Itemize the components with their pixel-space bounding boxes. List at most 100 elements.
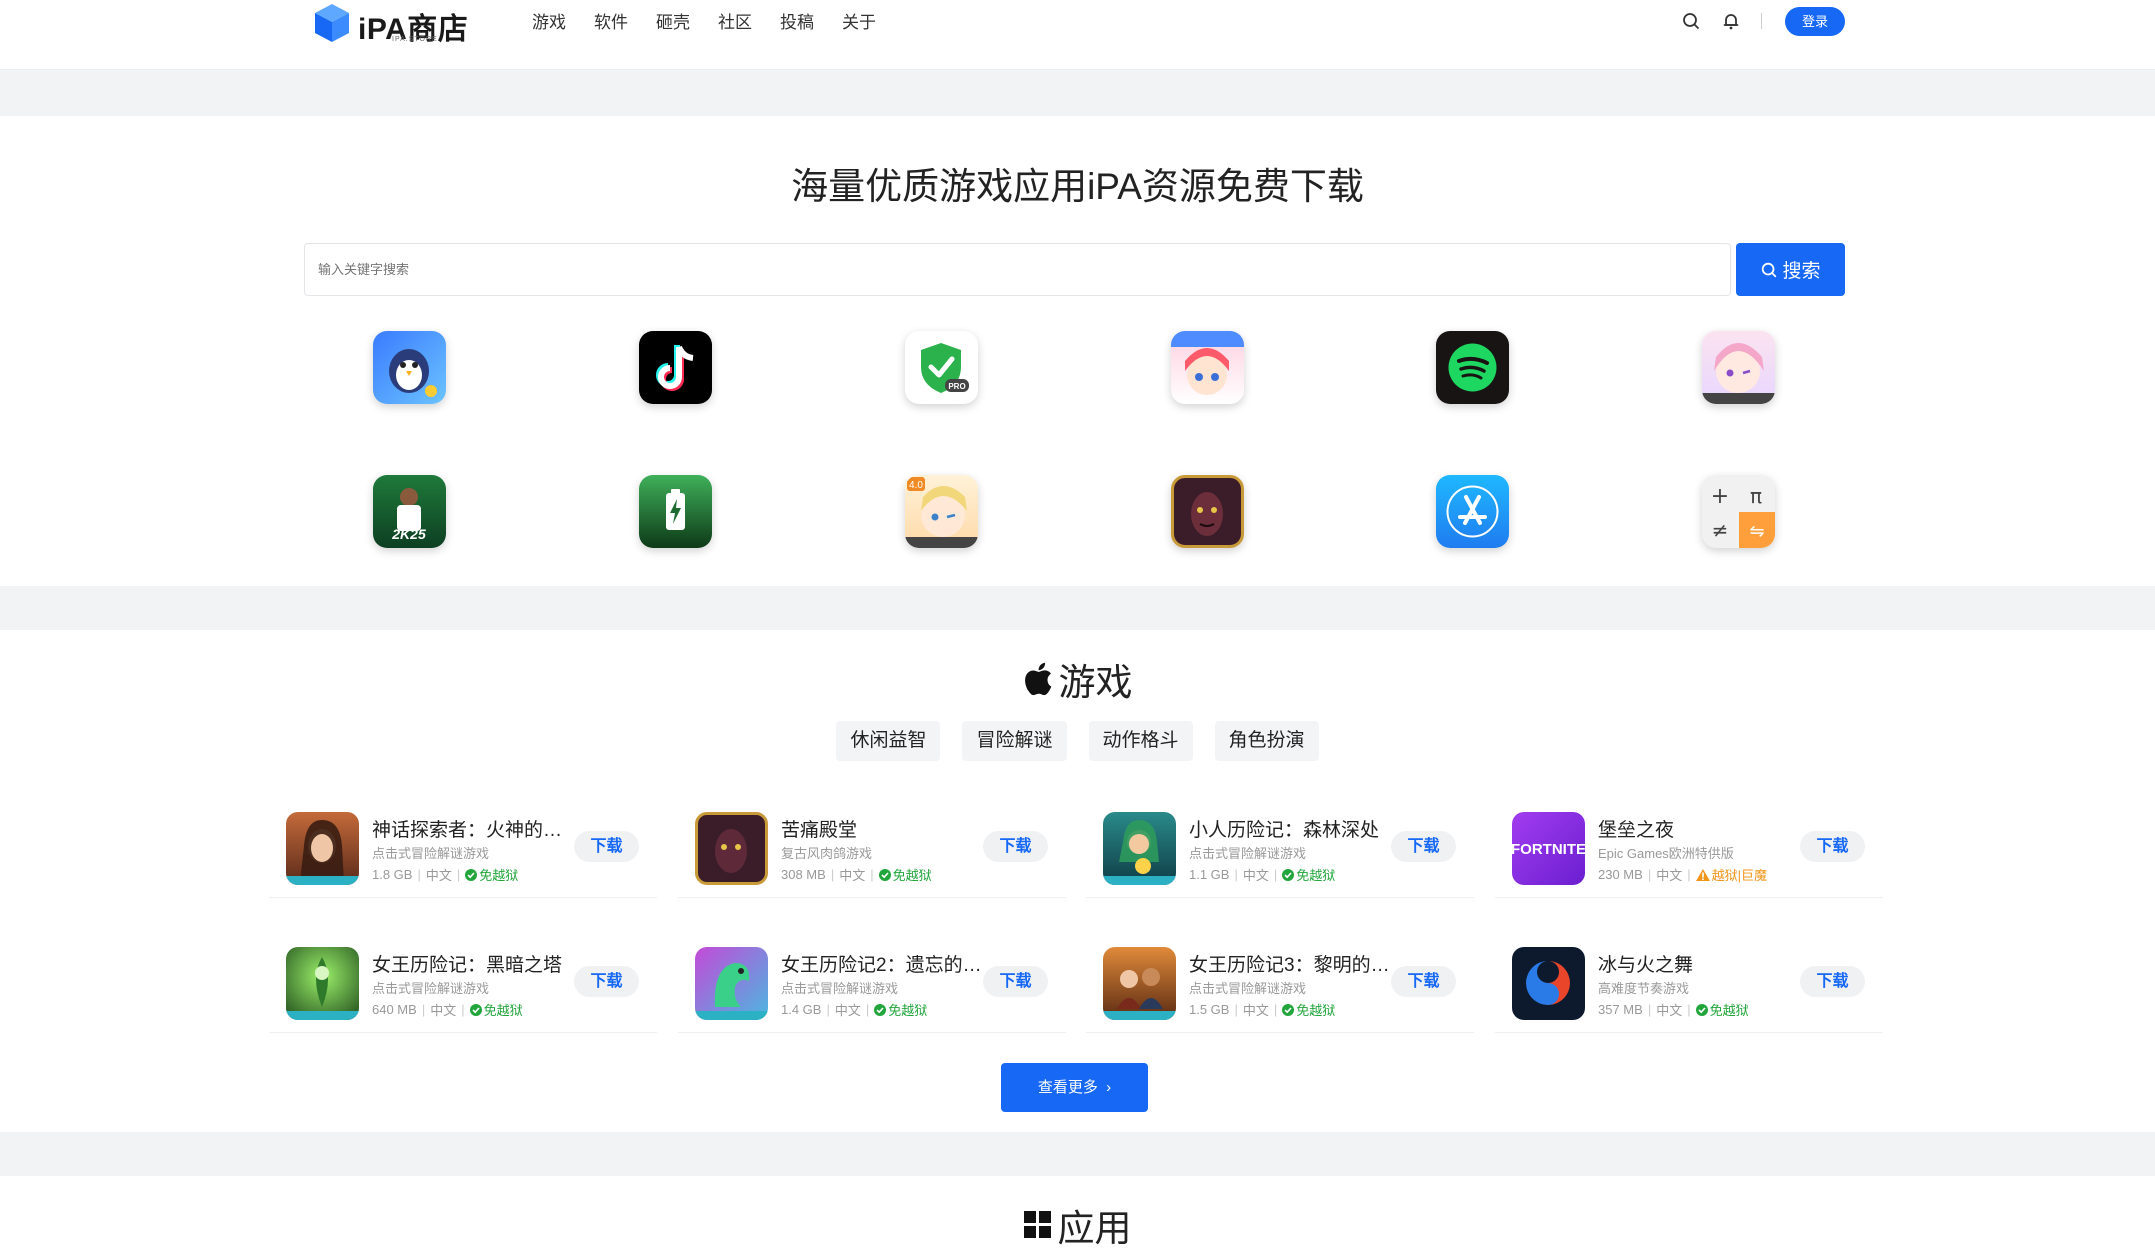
- site-logo[interactable]: iPA商店 IPA.STORE: [312, 0, 472, 46]
- svg-text:PRO: PRO: [948, 382, 965, 391]
- forest-adventure-icon: [1103, 812, 1176, 885]
- cube-logo-icon: [315, 4, 349, 42]
- apps-section-title: 应用: [0, 1198, 2155, 1252]
- download-button[interactable]: 下载: [1800, 831, 1865, 862]
- status-badge: 免越狱: [469, 1000, 523, 1019]
- svg-text:π: π: [1750, 484, 1762, 508]
- nav-software[interactable]: 软件: [594, 8, 628, 33]
- chip-adventure[interactable]: 冒险解谜: [962, 721, 1067, 761]
- game-lang: 中文: [834, 1003, 861, 1018]
- game-card[interactable]: 苦痛殿堂 复古风肉鸽游戏 308 MB | 中文 | 免越狱 下载: [678, 802, 1066, 898]
- game-size: 357 MB: [1598, 1002, 1643, 1017]
- game-lang: 中文: [425, 868, 452, 883]
- dark-tower-icon: [286, 947, 359, 1020]
- genshin-style-app-icon[interactable]: 4.0: [905, 475, 978, 548]
- game-card[interactable]: 小人历险记：森林深处 点击式冒险解谜游戏 1.1 GB | 中文 | 免越狱 下载: [1086, 802, 1474, 898]
- games-section: 游戏 休闲益智 冒险解谜 动作格斗 角色扮演 神话探索者：火神的遗物 点击式冒险…: [0, 630, 2155, 1132]
- game-card[interactable]: 女王历险记3：黎明的终... 点击式冒险解谜游戏 1.5 GB | 中文 | 免越狱…: [1086, 937, 1474, 1033]
- games-title-text: 游戏: [1058, 662, 1133, 703]
- game-meta: 1.5 GB | 中文 | 免越狱: [1189, 1002, 1336, 1018]
- myth-explorer-icon: [286, 812, 359, 885]
- status-badge: 越狱|巨魔: [1695, 865, 1767, 884]
- tiktok-app-icon[interactable]: [639, 331, 712, 404]
- status-badge: 免越狱: [878, 865, 932, 884]
- anime-girl-app-icon[interactable]: [1702, 331, 1775, 404]
- download-button[interactable]: 下载: [574, 966, 639, 997]
- grid-icon: [1023, 1211, 1051, 1238]
- game-card[interactable]: 女王历险记：黑暗之塔 点击式冒险解谜游戏 640 MB | 中文 | 免越狱 下载: [269, 937, 657, 1033]
- status-text: 越狱|巨魔: [1711, 868, 1767, 883]
- download-button[interactable]: 下载: [574, 831, 639, 862]
- search-icon[interactable]: [1681, 11, 1701, 31]
- nba-2k25-app-icon[interactable]: 2K25: [373, 475, 446, 548]
- apple-icon: [1024, 662, 1051, 696]
- login-button[interactable]: 登录: [1785, 7, 1845, 36]
- ice-fire-dance-icon: [1512, 947, 1585, 1020]
- game-subtitle: 高难度节奏游戏: [1598, 981, 1690, 996]
- game-card[interactable]: 神话探索者：火神的遗物 点击式冒险解谜游戏 1.8 GB | 中文 | 免越狱 下载: [269, 802, 657, 898]
- game-name: 神话探索者：火神的遗物: [372, 820, 577, 841]
- download-button[interactable]: 下载: [983, 831, 1048, 862]
- check-circle-icon: [469, 1003, 482, 1016]
- spotify-app-icon[interactable]: [1436, 331, 1509, 404]
- game-meta: 357 MB | 中文 | 免越狱: [1598, 1002, 1749, 1018]
- download-button[interactable]: 下载: [1800, 966, 1865, 997]
- svg-text:+: +: [1711, 484, 1729, 509]
- nav-decrypt[interactable]: 砸壳: [656, 8, 690, 33]
- game-meta: 1.1 GB | 中文 | 免越狱: [1189, 867, 1336, 883]
- game-name: 小人历险记：森林深处: [1189, 820, 1380, 841]
- nav-about[interactable]: 关于: [842, 8, 876, 33]
- app-store-app-icon[interactable]: [1436, 475, 1509, 548]
- game-name: 女王历险记3：黎明的终...: [1189, 955, 1394, 976]
- check-circle-icon: [465, 868, 478, 881]
- game-name: 女王历险记2：遗忘的故...: [781, 955, 986, 976]
- chip-action[interactable]: 动作格斗: [1088, 721, 1193, 761]
- warning-icon: [1695, 868, 1710, 881]
- logo-subtext: IPA.STORE: [392, 36, 438, 43]
- game-meta: 1.8 GB | 中文 | 免越狱: [372, 867, 519, 883]
- game-subtitle: 复古风肉鸽游戏: [781, 846, 873, 861]
- game-subtitle: Epic Games欧洲特供版: [1598, 846, 1734, 861]
- chip-casual[interactable]: 休闲益智: [836, 721, 941, 761]
- calculator-app-icon[interactable]: + π ≠ ⇋: [1702, 475, 1775, 548]
- game-card[interactable]: 冰与火之舞 高难度节奏游戏 357 MB | 中文 | 免越狱 下载: [1495, 937, 1883, 1033]
- game-lang: 中文: [1656, 868, 1683, 883]
- game-card[interactable]: FORTNITE 堡垒之夜 Epic Games欧洲特供版 230 MB | 中文…: [1495, 802, 1883, 898]
- game-card[interactable]: 女王历险记2：遗忘的故... 点击式冒险解谜游戏 1.4 GB | 中文 | 免越狱…: [678, 937, 1066, 1033]
- check-circle-icon: [1695, 1003, 1708, 1016]
- hero-section: 海量优质游戏应用iPA资源免费下载 搜索 PRO 2K25: [0, 116, 2155, 586]
- game-size: 1.5 GB: [1189, 1002, 1230, 1017]
- anime-omikun-app-icon[interactable]: [1171, 331, 1244, 404]
- nav-community[interactable]: 社区: [718, 8, 752, 33]
- status-badge: 免越狱: [874, 1000, 927, 1019]
- download-button[interactable]: 下载: [983, 966, 1048, 997]
- download-button[interactable]: 下载: [1391, 966, 1456, 997]
- status-text: 免越狱: [479, 868, 519, 883]
- horror-face-app-icon[interactable]: [1171, 475, 1244, 548]
- game-size: 230 MB: [1598, 867, 1643, 882]
- download-button[interactable]: 下载: [1391, 831, 1456, 862]
- status-text: 免越狱: [1296, 1003, 1336, 1018]
- game-name: 堡垒之夜: [1598, 820, 1675, 841]
- svg-text:4.0: 4.0: [909, 480, 923, 491]
- game-size: 1.1 GB: [1189, 867, 1230, 882]
- game-meta: 1.4 GB | 中文 | 免越狱: [781, 1000, 928, 1019]
- game-meta: 640 MB | 中文 | 免越狱: [372, 1000, 523, 1019]
- main-nav: 游戏 软件 砸壳 社区 投稿 关于: [532, 8, 876, 33]
- status-text: 免越狱: [892, 868, 932, 883]
- nav-submit[interactable]: 投稿: [780, 8, 814, 33]
- fortnite-icon: FORTNITE: [1512, 812, 1585, 885]
- bell-icon[interactable]: [1721, 11, 1741, 31]
- game-lang: 中文: [1242, 868, 1269, 883]
- penguin-game-app-icon[interactable]: [373, 331, 446, 404]
- chip-rpg[interactable]: 角色扮演: [1214, 721, 1319, 761]
- game-subtitle: 点击式冒险解谜游戏: [372, 846, 490, 861]
- dawn-end-icon: [1103, 947, 1176, 1020]
- battery-app-icon[interactable]: [639, 475, 712, 548]
- game-size: 1.8 GB: [372, 867, 413, 882]
- game-category-chips: 休闲益智 冒险解谜 动作格斗 角色扮演: [0, 721, 2155, 761]
- vpn-shield-pro-app-icon[interactable]: PRO: [905, 331, 978, 404]
- game-name: 苦痛殿堂: [781, 820, 858, 841]
- view-more-button[interactable]: 查看更多 ›: [1001, 1063, 1148, 1112]
- nav-games[interactable]: 游戏: [532, 8, 566, 33]
